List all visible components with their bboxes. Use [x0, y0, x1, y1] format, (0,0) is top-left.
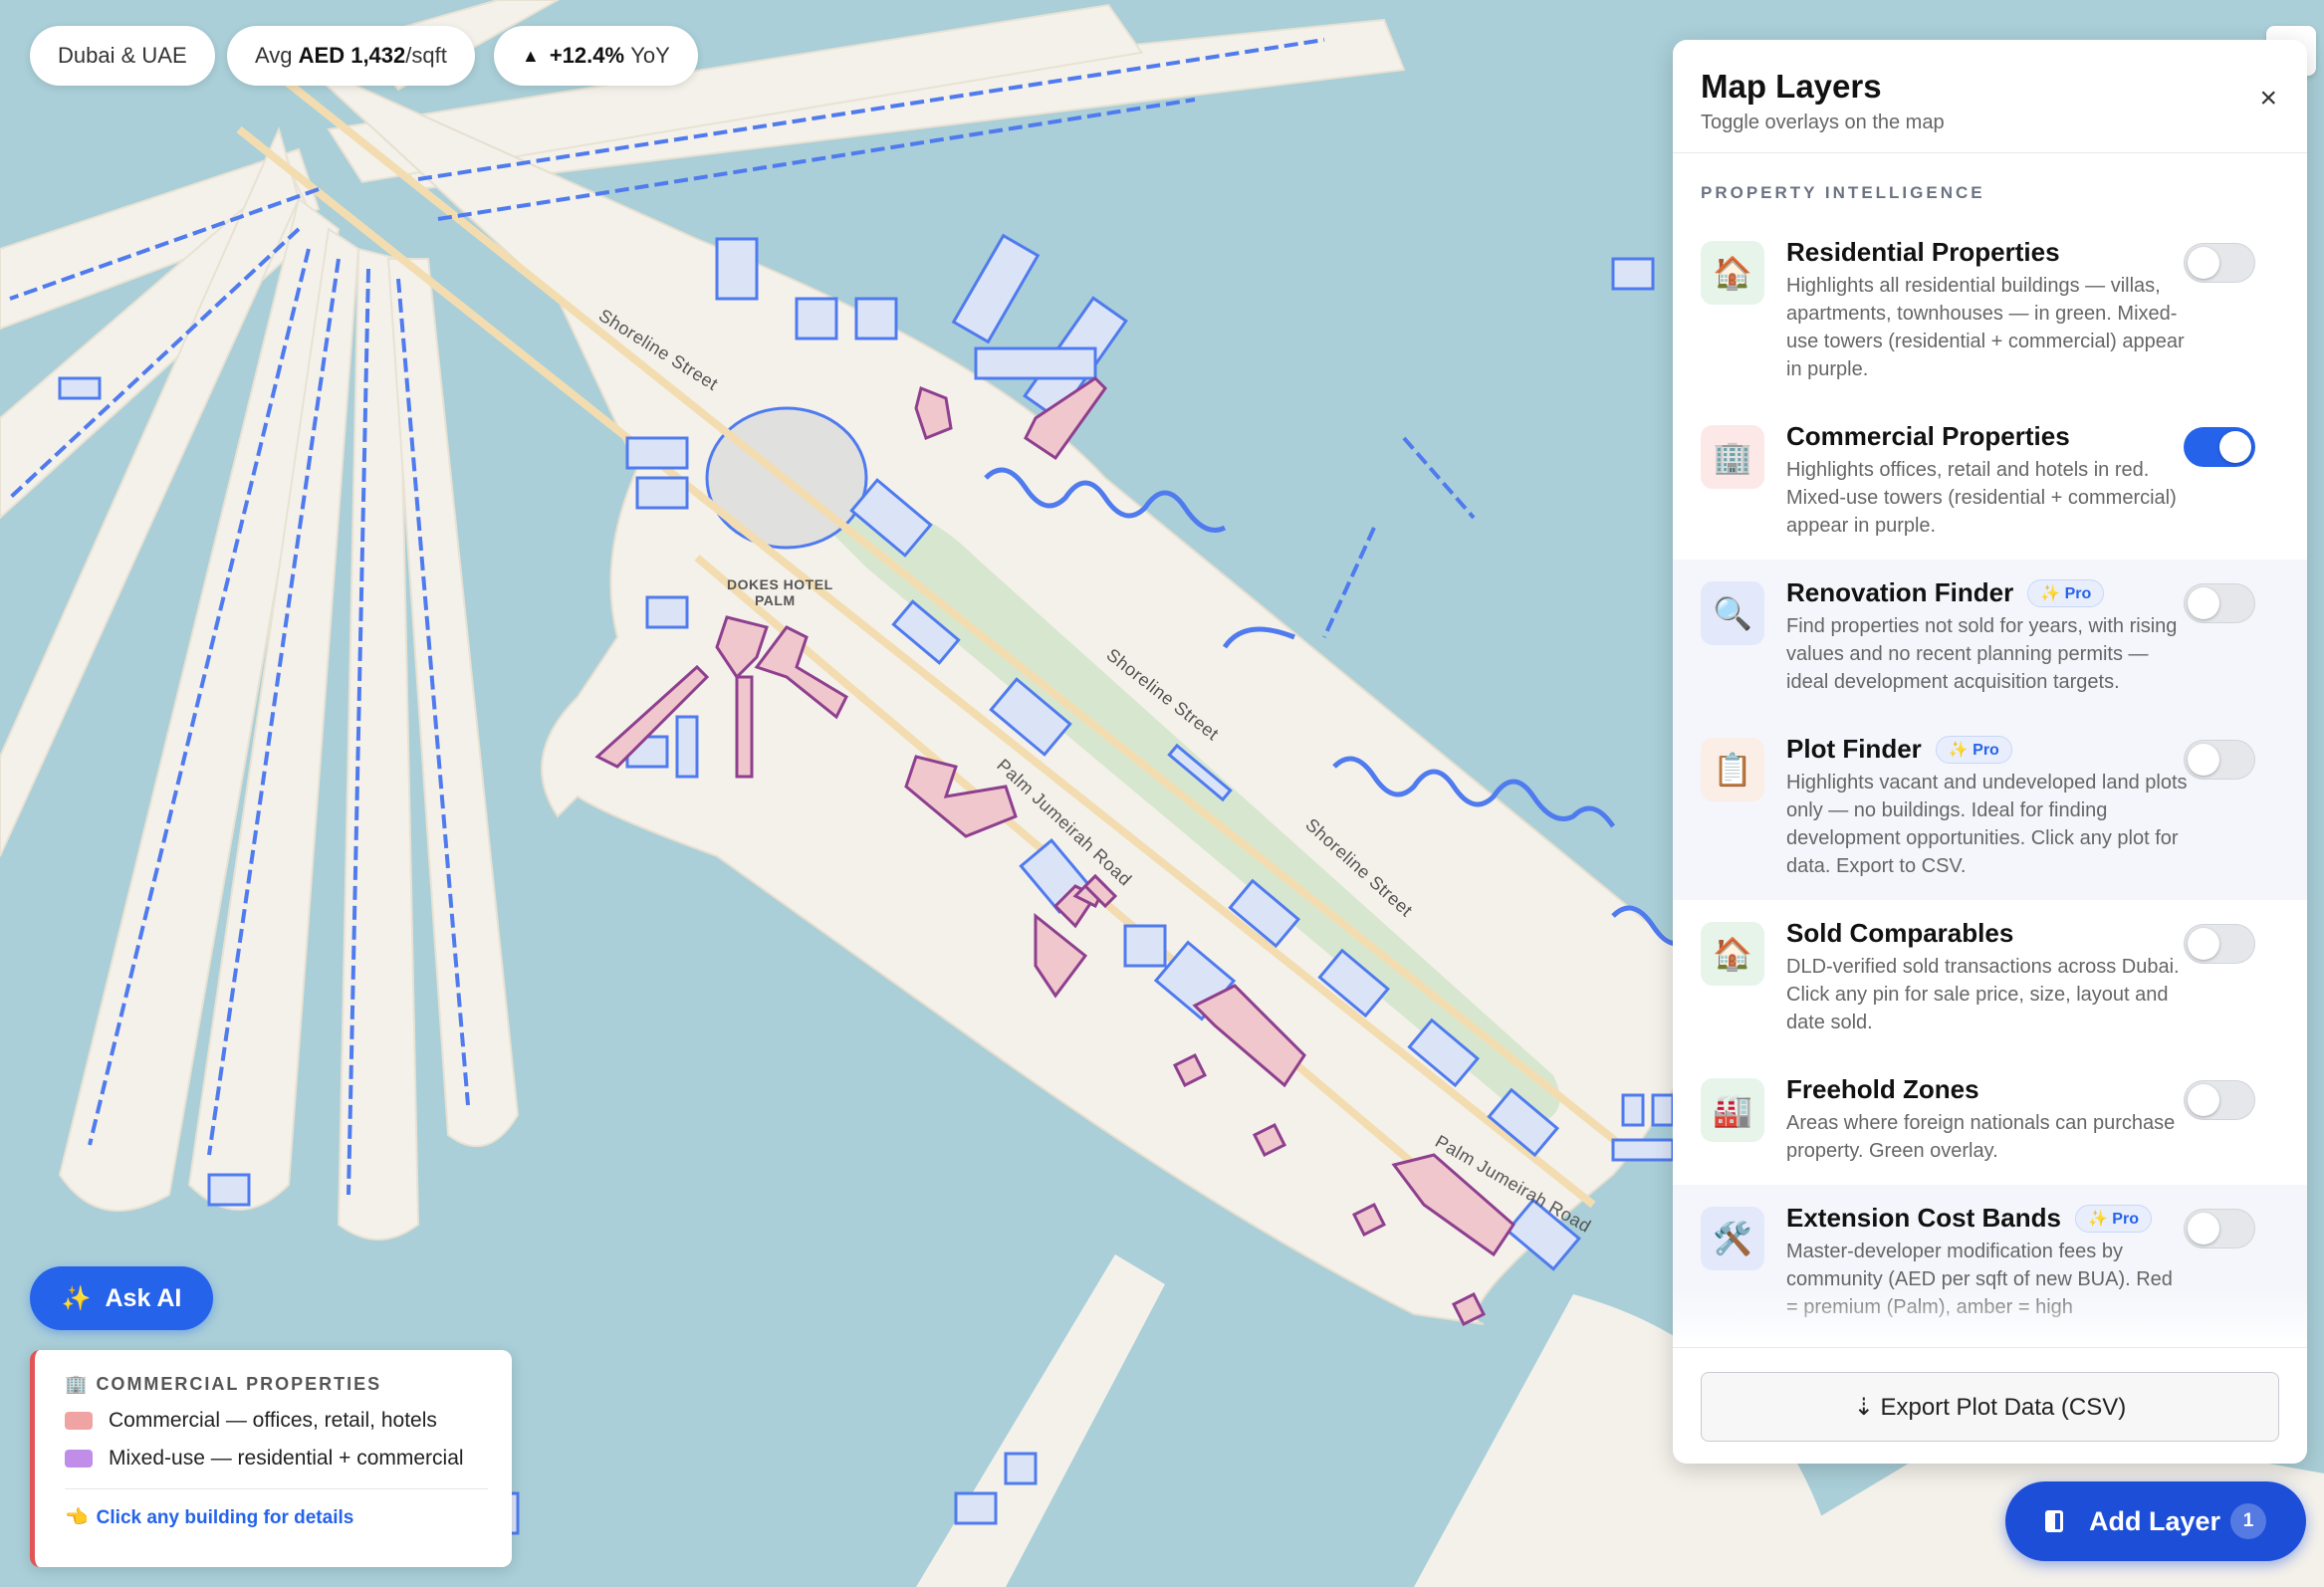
toggle-knob [2219, 431, 2251, 463]
layer-toggle[interactable] [2184, 427, 2255, 467]
toggle-knob [2188, 587, 2219, 619]
layer-description: Highlights all residential buildings — v… [1786, 275, 2185, 380]
layer-description: Highlights vacant and undeveloped land p… [1786, 772, 2188, 877]
add-layer-label: Add Layer [2089, 1505, 2221, 1536]
region-label: Dubai & UAE [58, 43, 187, 68]
layer-title: Plot Finder [1786, 734, 1922, 764]
add-layer-button[interactable]: Add Layer 1 [2005, 1481, 2306, 1561]
toggle-knob [2188, 744, 2219, 776]
legend-hint: 👈 Click any building for details [65, 1505, 488, 1529]
panel-title: Map Layers [1701, 68, 1882, 105]
pro-badge: ✨ Pro [1935, 735, 2012, 764]
layer-row[interactable]: 📋 Plot Finder ✨ Pro Highlights vacant and u… [1673, 716, 2307, 900]
layer-icon: 🛠️ [1701, 1207, 1764, 1270]
layer-title-row: Sold Comparables [1786, 918, 2188, 949]
layer-icon: 🏢 [1701, 425, 1764, 489]
legend-label: Commercial — offices, retail, hotels [109, 1409, 437, 1432]
layer-description: Highlights offices, retail and hotels in… [1786, 459, 2177, 537]
legend-swatch [65, 1450, 93, 1468]
region-pill[interactable]: Dubai & UAE [30, 26, 215, 86]
layer-row[interactable]: 🔍 Renovation Finder ✨ Pro Find properties n… [1673, 560, 2307, 716]
layer-title: Freehold Zones [1786, 1074, 1979, 1104]
toggle-knob [2188, 1213, 2219, 1245]
pro-badge: ✨ Pro [2074, 1204, 2152, 1233]
layer-row[interactable]: 🏭 Freehold Zones Areas where foreign natio… [1673, 1056, 2307, 1185]
layer-title-row: Extension Cost Bands ✨ Pro [1786, 1203, 2188, 1234]
layer-description: Areas where foreign nationals can purcha… [1786, 1112, 2176, 1162]
layer-row[interactable]: 🏢 Commercial Properties Highlights offices… [1673, 403, 2307, 560]
ask-ai-label: Ask AI [105, 1283, 182, 1312]
avg-suffix: /sqft [405, 43, 447, 68]
layer-title: Extension Cost Bands [1786, 1203, 2061, 1233]
legend-swatch [65, 1412, 93, 1430]
layer-title-row: Freehold Zones [1786, 1074, 2188, 1105]
layer-description: DLD-verified sold transactions across Du… [1786, 956, 2180, 1033]
legend-item-commercial: Commercial — offices, retail, hotels [65, 1409, 488, 1433]
layer-count-badge: 1 [2230, 1503, 2266, 1539]
legend-title: 🏢 COMMERCIAL PROPERTIES [65, 1374, 488, 1395]
layer-toggle[interactable] [2184, 924, 2255, 964]
layer-title-row: Commercial Properties [1786, 421, 2188, 452]
panel-footer: ⇣ Export Plot Data (CSV) [1673, 1347, 2307, 1464]
legend-label: Mixed-use — residential + commercial [109, 1447, 464, 1470]
layer-title-row: Residential Properties [1786, 237, 2188, 268]
layer-icon: 🏠 [1701, 241, 1764, 305]
layer-title: Commercial Properties [1786, 421, 2070, 451]
yoy-value: +12.4% [549, 43, 625, 68]
layer-title: Sold Comparables [1786, 918, 2014, 948]
pointing-hand-icon: 👈 [65, 1507, 89, 1528]
legend-item-mixed-use: Mixed-use — residential + commercial [65, 1447, 488, 1471]
layer-row[interactable]: 🏠 Sold Comparables DLD-verified sold trans… [1673, 900, 2307, 1056]
layer-icon: 🔍 [1701, 581, 1764, 645]
layer-title: Residential Properties [1786, 237, 2060, 267]
avg-prefix: Avg [255, 43, 293, 68]
layer-description: Find properties not sold for years, with… [1786, 615, 2178, 693]
export-csv-button[interactable]: ⇣ Export Plot Data (CSV) [1701, 1372, 2279, 1442]
up-arrow-icon: ▲ [522, 45, 540, 66]
legend-card: 🏢 COMMERCIAL PROPERTIES Commercial — off… [30, 1350, 512, 1567]
section-label: PROPERTY INTELLIGENCE [1701, 183, 1985, 202]
layers-icon [2045, 1510, 2063, 1532]
map-layers-panel: Map Layers Toggle overlays on the map × … [1673, 40, 2307, 1464]
yoy-suffix: YoY [630, 43, 670, 68]
layer-row[interactable]: 🏠 Residential Properties Highlights all re… [1673, 219, 2307, 403]
layer-icon: 🏭 [1701, 1078, 1764, 1142]
avg-price-pill: Avg AED 1,432/sqft [227, 26, 475, 86]
layer-toggle[interactable] [2184, 740, 2255, 780]
avg-value: AED 1,432 [298, 43, 406, 68]
layer-list: 🏠 Residential Properties Highlights all re… [1673, 219, 2307, 1341]
legend-title-text: COMMERCIAL PROPERTIES [96, 1374, 382, 1394]
toggle-knob [2188, 1084, 2219, 1116]
layer-toggle[interactable] [2184, 1209, 2255, 1248]
legend-hint-text: Click any building for details [96, 1507, 354, 1528]
pro-badge: ✨ Pro [2027, 578, 2105, 607]
layer-title: Renovation Finder [1786, 577, 2014, 607]
layer-title-row: Renovation Finder ✨ Pro [1786, 577, 2188, 608]
close-icon[interactable]: × [2259, 84, 2277, 113]
ask-ai-button[interactable]: ✨ Ask AI [30, 1266, 213, 1330]
layer-title-row: Plot Finder ✨ Pro [1786, 734, 2188, 765]
toggle-knob [2188, 928, 2219, 960]
layer-toggle[interactable] [2184, 1080, 2255, 1120]
layer-icon: 📋 [1701, 738, 1764, 801]
yoy-pill: ▲ +12.4% YoY [494, 26, 698, 86]
building-icon: 🏢 [65, 1374, 90, 1394]
layer-icon: 🏠 [1701, 922, 1764, 986]
layer-toggle[interactable] [2184, 243, 2255, 283]
panel-subtitle: Toggle overlays on the map [1701, 112, 1945, 133]
panel-header: Map Layers Toggle overlays on the map × [1673, 40, 2307, 153]
sparkle-icon: ✨ [61, 1284, 92, 1312]
toggle-knob [2188, 247, 2219, 279]
layer-toggle[interactable] [2184, 583, 2255, 623]
